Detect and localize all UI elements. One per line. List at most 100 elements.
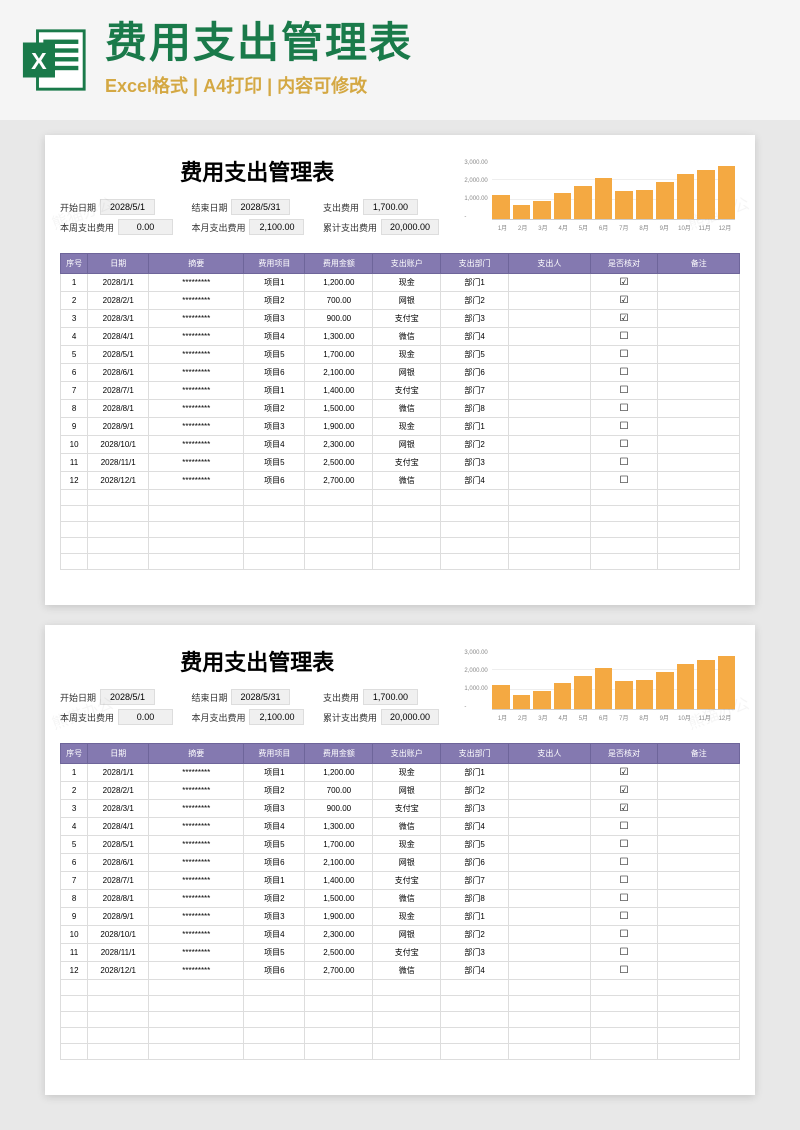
cell-empty[interactable] bbox=[509, 996, 590, 1012]
cell-summary[interactable]: ********* bbox=[149, 364, 244, 382]
cell-item[interactable]: 项目3 bbox=[244, 800, 305, 818]
start-date-value[interactable]: 2028/5/1 bbox=[100, 199, 155, 215]
cell-item[interactable]: 项目2 bbox=[244, 400, 305, 418]
cell-empty[interactable] bbox=[658, 996, 740, 1012]
cell-empty[interactable] bbox=[373, 1044, 441, 1060]
cell-empty[interactable] bbox=[61, 996, 88, 1012]
cell-empty[interactable] bbox=[509, 554, 590, 570]
cell-account[interactable]: 支付宝 bbox=[373, 310, 441, 328]
cell-empty[interactable] bbox=[441, 996, 509, 1012]
cell-empty[interactable] bbox=[441, 1028, 509, 1044]
cell-person[interactable] bbox=[509, 782, 590, 800]
cell-account[interactable]: 支付宝 bbox=[373, 382, 441, 400]
cell-empty[interactable] bbox=[305, 1028, 373, 1044]
cell-person[interactable] bbox=[509, 890, 590, 908]
cell-date[interactable]: 2028/4/1 bbox=[88, 328, 149, 346]
cell-empty[interactable] bbox=[149, 980, 244, 996]
cell-person[interactable] bbox=[509, 764, 590, 782]
cell-person[interactable] bbox=[509, 908, 590, 926]
cell-item[interactable]: 项目2 bbox=[244, 292, 305, 310]
cell-item[interactable]: 项目1 bbox=[244, 274, 305, 292]
cell-item[interactable]: 项目1 bbox=[244, 872, 305, 890]
cell-amount[interactable]: 1,900.00 bbox=[305, 418, 373, 436]
cell-summary[interactable]: ********* bbox=[149, 800, 244, 818]
cell-empty[interactable] bbox=[305, 522, 373, 538]
cell-date[interactable]: 2028/8/1 bbox=[88, 890, 149, 908]
cell-empty[interactable] bbox=[590, 1028, 658, 1044]
cell-account[interactable]: 现金 bbox=[373, 418, 441, 436]
cell-summary[interactable]: ********* bbox=[149, 926, 244, 944]
cell-remark[interactable] bbox=[658, 764, 740, 782]
cell-summary[interactable]: ********* bbox=[149, 472, 244, 490]
cell-summary[interactable]: ********* bbox=[149, 944, 244, 962]
cell-empty[interactable] bbox=[373, 538, 441, 554]
cell-date[interactable]: 2028/7/1 bbox=[88, 382, 149, 400]
cell-item[interactable]: 项目5 bbox=[244, 836, 305, 854]
cell-dept[interactable]: 部门1 bbox=[441, 274, 509, 292]
cell-empty[interactable] bbox=[305, 1044, 373, 1060]
cell-date[interactable]: 2028/9/1 bbox=[88, 418, 149, 436]
cell-amount[interactable]: 2,500.00 bbox=[305, 944, 373, 962]
cell-empty[interactable] bbox=[509, 490, 590, 506]
cell-empty[interactable] bbox=[373, 996, 441, 1012]
cell-item[interactable]: 项目5 bbox=[244, 944, 305, 962]
cell-summary[interactable]: ********* bbox=[149, 818, 244, 836]
cell-empty[interactable] bbox=[373, 980, 441, 996]
cell-date[interactable]: 2028/4/1 bbox=[88, 818, 149, 836]
cell-person[interactable] bbox=[509, 274, 590, 292]
cell-checked[interactable]: ☐ bbox=[590, 962, 658, 980]
cell-remark[interactable] bbox=[658, 890, 740, 908]
cell-remark[interactable] bbox=[658, 436, 740, 454]
cell-empty[interactable] bbox=[305, 538, 373, 554]
cell-dept[interactable]: 部门2 bbox=[441, 926, 509, 944]
cell-empty[interactable] bbox=[61, 538, 88, 554]
cell-empty[interactable] bbox=[590, 506, 658, 522]
cell-amount[interactable]: 2,700.00 bbox=[305, 962, 373, 980]
cell-remark[interactable] bbox=[658, 418, 740, 436]
cell-amount[interactable]: 1,700.00 bbox=[305, 346, 373, 364]
cell-remark[interactable] bbox=[658, 472, 740, 490]
cell-checked[interactable]: ☐ bbox=[590, 872, 658, 890]
cell-item[interactable]: 项目4 bbox=[244, 818, 305, 836]
end-date-value[interactable]: 2028/5/31 bbox=[231, 689, 289, 705]
cell-account[interactable]: 支付宝 bbox=[373, 872, 441, 890]
cell-empty[interactable] bbox=[373, 1012, 441, 1028]
cell-empty[interactable] bbox=[590, 554, 658, 570]
cell-empty[interactable] bbox=[441, 506, 509, 522]
cell-empty[interactable] bbox=[658, 506, 740, 522]
cell-checked[interactable]: ☐ bbox=[590, 328, 658, 346]
cell-empty[interactable] bbox=[244, 554, 305, 570]
cell-empty[interactable] bbox=[149, 522, 244, 538]
cell-person[interactable] bbox=[509, 800, 590, 818]
cell-account[interactable]: 微信 bbox=[373, 890, 441, 908]
cell-amount[interactable]: 1,200.00 bbox=[305, 764, 373, 782]
cell-empty[interactable] bbox=[244, 506, 305, 522]
cell-dept[interactable]: 部门4 bbox=[441, 818, 509, 836]
cell-empty[interactable] bbox=[305, 554, 373, 570]
cell-empty[interactable] bbox=[441, 980, 509, 996]
cell-date[interactable]: 2028/10/1 bbox=[88, 926, 149, 944]
cell-person[interactable] bbox=[509, 818, 590, 836]
cell-summary[interactable]: ********* bbox=[149, 454, 244, 472]
cell-item[interactable]: 项目1 bbox=[244, 764, 305, 782]
cell-checked[interactable]: ☐ bbox=[590, 944, 658, 962]
cell-empty[interactable] bbox=[373, 490, 441, 506]
cell-dept[interactable]: 部门3 bbox=[441, 454, 509, 472]
cell-empty[interactable] bbox=[658, 1012, 740, 1028]
cell-person[interactable] bbox=[509, 346, 590, 364]
cell-empty[interactable] bbox=[590, 522, 658, 538]
cell-account[interactable]: 微信 bbox=[373, 472, 441, 490]
cell-empty[interactable] bbox=[509, 1012, 590, 1028]
cell-empty[interactable] bbox=[244, 1044, 305, 1060]
cell-dept[interactable]: 部门6 bbox=[441, 364, 509, 382]
cell-remark[interactable] bbox=[658, 962, 740, 980]
cell-empty[interactable] bbox=[590, 980, 658, 996]
cell-empty[interactable] bbox=[373, 554, 441, 570]
cell-person[interactable] bbox=[509, 926, 590, 944]
cell-dept[interactable]: 部门3 bbox=[441, 310, 509, 328]
cell-person[interactable] bbox=[509, 454, 590, 472]
cell-summary[interactable]: ********* bbox=[149, 962, 244, 980]
cell-date[interactable]: 2028/10/1 bbox=[88, 436, 149, 454]
cell-account[interactable]: 现金 bbox=[373, 836, 441, 854]
cell-summary[interactable]: ********* bbox=[149, 400, 244, 418]
